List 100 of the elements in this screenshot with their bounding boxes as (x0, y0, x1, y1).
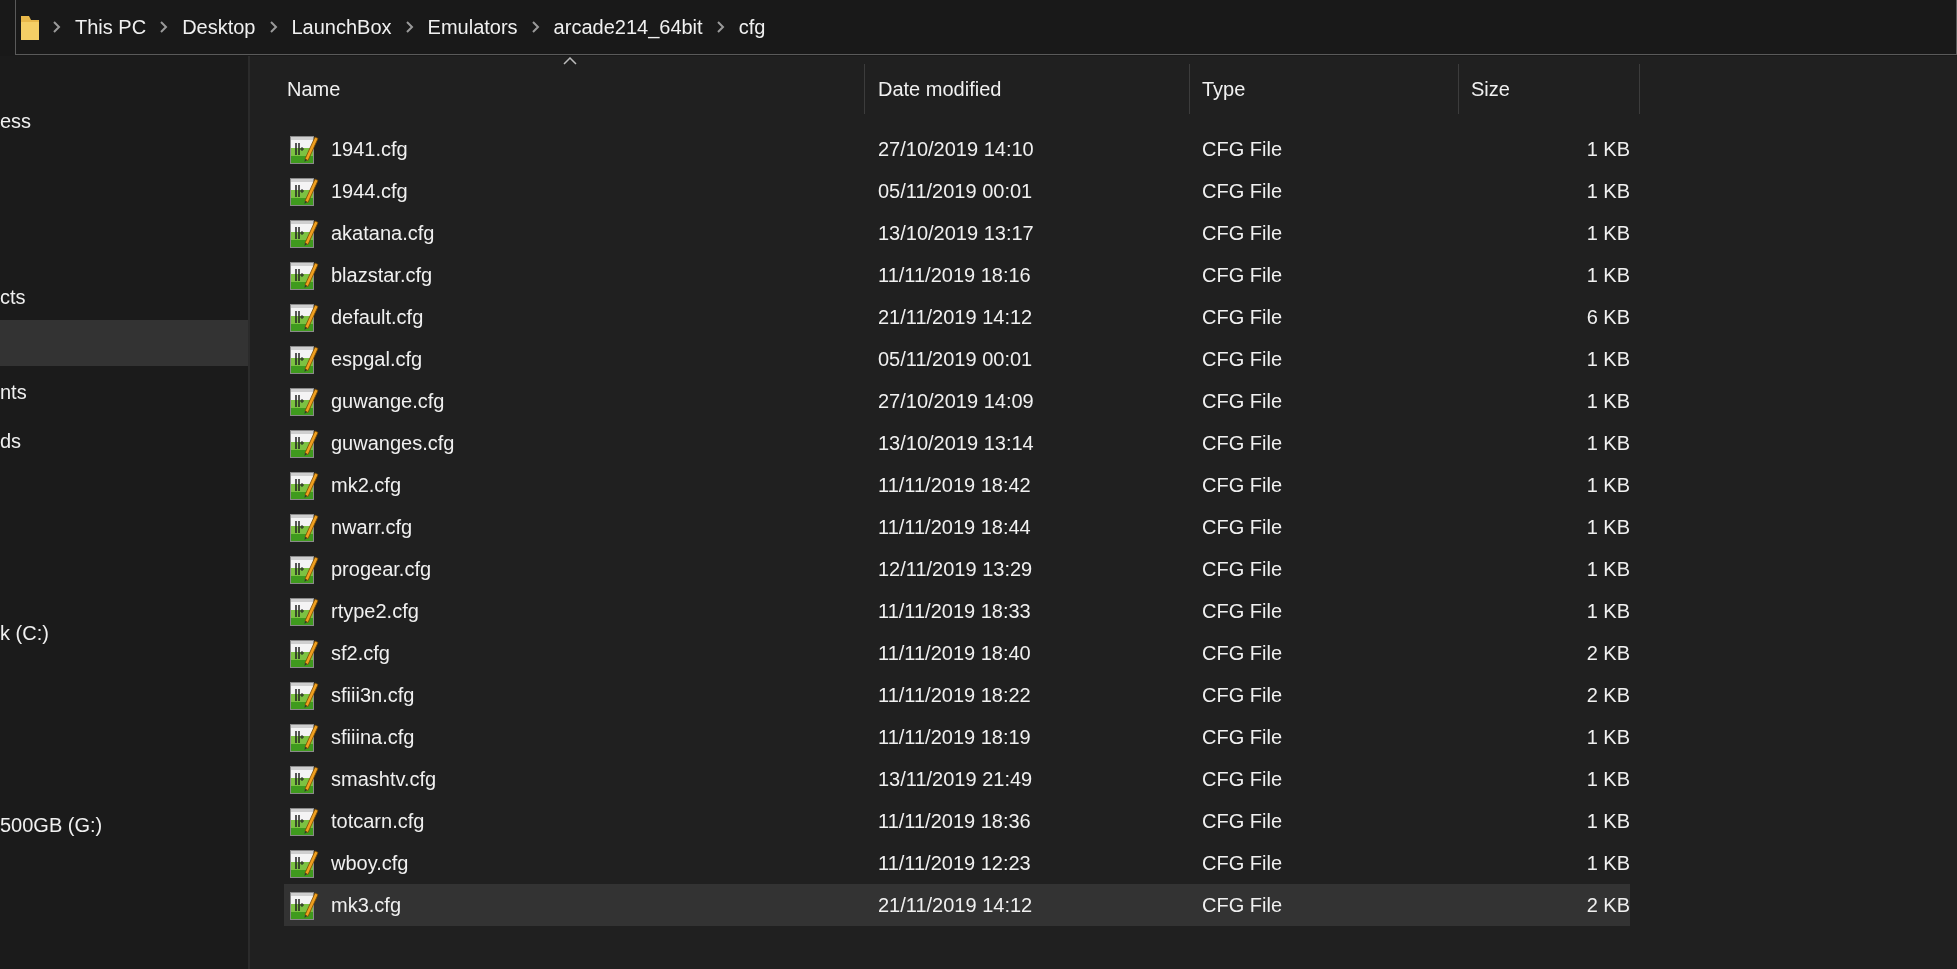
file-type: CFG File (1202, 726, 1282, 748)
text-file-icon (290, 806, 319, 836)
sidebar-item[interactable]: nts (0, 369, 248, 415)
date-modified: 21/11/2019 14:12 (878, 894, 1033, 916)
date-modified: 21/11/2019 14:12 (878, 306, 1033, 328)
file-row[interactable]: akatana.cfg 13/10/2019 13:17 CFG File 1 KB (284, 212, 1630, 254)
file-name: espgal.cfg (331, 347, 423, 372)
date-modified: 11/11/2019 18:16 (878, 264, 1031, 286)
file-row[interactable]: 1944.cfg 05/11/2019 00:01 CFG File 1 KB (284, 170, 1630, 212)
file-row[interactable]: 1941.cfg 27/10/2019 14:10 CFG File 1 KB (284, 128, 1630, 170)
date-modified: 11/11/2019 12:23 (878, 852, 1031, 874)
file-row[interactable]: rtype2.cfg 11/11/2019 18:33 CFG File 1 KB (284, 590, 1630, 632)
file-type: CFG File (1202, 894, 1282, 916)
text-file-icon (290, 386, 319, 416)
file-size: 6 KB (1586, 306, 1630, 328)
file-size: 1 KB (1586, 264, 1630, 286)
file-type: CFG File (1202, 222, 1282, 244)
file-type: CFG File (1202, 348, 1282, 370)
file-row[interactable]: sf2.cfg 11/11/2019 18:40 CFG File 2 KB (284, 632, 1630, 674)
date-modified: 11/11/2019 18:33 (878, 600, 1031, 622)
file-name: nwarr.cfg (331, 515, 413, 540)
file-row[interactable]: default.cfg 21/11/2019 14:12 CFG File 6 KB (284, 296, 1630, 338)
file-type: CFG File (1202, 768, 1282, 790)
file-type: CFG File (1202, 180, 1282, 202)
breadcrumb[interactable]: cfg (738, 12, 766, 42)
file-row[interactable]: sfiiina.cfg 11/11/2019 18:19 CFG File 1 KB (284, 716, 1630, 758)
file-size: 1 KB (1586, 600, 1630, 622)
text-file-icon (290, 176, 319, 206)
file-size: 1 KB (1586, 432, 1630, 454)
chevron-icon (53, 21, 61, 33)
file-name: mk2.cfg (331, 473, 402, 498)
date-modified: 13/10/2019 13:17 (878, 222, 1034, 244)
breadcrumb[interactable]: Desktop (182, 12, 256, 42)
file-name: guwange.cfg (331, 389, 445, 414)
file-type: CFG File (1202, 306, 1282, 328)
file-name: guwanges.cfg (331, 431, 455, 456)
file-name: totcarn.cfg (331, 809, 425, 834)
file-name: wboy.cfg (331, 851, 409, 876)
file-type: CFG File (1202, 138, 1282, 160)
file-name: 1944.cfg (331, 179, 408, 204)
text-file-icon (290, 596, 319, 626)
file-row[interactable]: guwange.cfg 27/10/2019 14:09 CFG File 1 KB (284, 380, 1630, 422)
file-row[interactable]: mk3.cfg 21/11/2019 14:12 CFG File 2 KB (284, 884, 1630, 926)
sidebar-item[interactable]: cts (0, 274, 248, 320)
address-bar[interactable]: This PC Desktop LaunchBox Emulators arcade214_64bit cfg (15, 0, 1957, 55)
file-size: 1 KB (1586, 768, 1630, 790)
breadcrumb[interactable]: arcade214_64bit (553, 12, 703, 42)
file-size: 1 KB (1586, 726, 1630, 748)
file-size: 1 KB (1586, 852, 1630, 874)
column-header[interactable]: Size (1459, 64, 1640, 114)
date-modified: 13/11/2019 21:49 (878, 768, 1033, 790)
file-row[interactable]: wboy.cfg 11/11/2019 12:23 CFG File 1 KB (284, 842, 1630, 884)
date-modified: 12/11/2019 13:29 (878, 558, 1033, 580)
file-name: smashtv.cfg (331, 767, 437, 792)
file-size: 1 KB (1586, 516, 1630, 538)
column-header[interactable]: Name (250, 64, 865, 114)
date-modified: 11/11/2019 18:36 (878, 810, 1031, 832)
date-modified: 11/11/2019 18:22 (878, 684, 1031, 706)
column-header[interactable]: Type (1190, 64, 1459, 114)
sidebar-item[interactable]: 500GB (G:) (0, 802, 248, 848)
breadcrumb[interactable]: This PC (75, 12, 147, 42)
file-size: 2 KB (1586, 894, 1630, 916)
file-type: CFG File (1202, 516, 1282, 538)
chevron-icon (531, 21, 540, 33)
file-row[interactable]: sfiii3n.cfg 11/11/2019 18:22 CFG File 2 KB (284, 674, 1630, 716)
file-type: CFG File (1202, 432, 1282, 454)
text-file-icon (290, 470, 319, 500)
sidebar-item[interactable]: ds (0, 418, 248, 464)
file-name: progear.cfg (331, 557, 432, 582)
file-size: 1 KB (1586, 348, 1630, 370)
file-row[interactable]: smashtv.cfg 13/11/2019 21:49 CFG File 1 KB (284, 758, 1630, 800)
file-row[interactable]: blazstar.cfg 11/11/2019 18:16 CFG File 1 KB (284, 254, 1630, 296)
file-size: 1 KB (1586, 180, 1630, 202)
sidebar-item[interactable]: k (C:) (0, 610, 248, 656)
date-modified: 05/11/2019 00:01 (878, 348, 1033, 370)
text-file-icon (290, 344, 319, 374)
file-type: CFG File (1202, 684, 1282, 706)
chevron-icon (269, 21, 278, 33)
file-name: rtype2.cfg (331, 599, 419, 624)
file-row[interactable]: mk2.cfg 11/11/2019 18:42 CFG File 1 KB (284, 464, 1630, 506)
file-row[interactable]: progear.cfg 12/11/2019 13:29 CFG File 1 KB (284, 548, 1630, 590)
file-name: sfiii3n.cfg (331, 683, 415, 708)
date-modified: 27/10/2019 14:09 (878, 390, 1034, 412)
file-type: CFG File (1202, 390, 1282, 412)
file-name: blazstar.cfg (331, 263, 433, 288)
chevron-icon (160, 21, 169, 33)
file-row[interactable]: totcarn.cfg 11/11/2019 18:36 CFG File 1 KB (284, 800, 1630, 842)
file-row[interactable]: guwanges.cfg 13/10/2019 13:14 CFG File 1 KB (284, 422, 1630, 464)
sidebar-item[interactable] (0, 320, 248, 366)
file-row[interactable]: nwarr.cfg 11/11/2019 18:44 CFG File 1 KB (284, 506, 1630, 548)
breadcrumb[interactable]: Emulators (427, 12, 518, 42)
breadcrumb[interactable]: LaunchBox (291, 12, 392, 42)
file-size: 2 KB (1586, 642, 1630, 664)
date-modified: 13/10/2019 13:14 (878, 432, 1034, 454)
column-header[interactable]: Date modified (865, 64, 1190, 114)
sidebar-item[interactable]: ess (0, 98, 248, 144)
date-modified: 11/11/2019 18:19 (878, 726, 1031, 748)
text-file-icon (290, 428, 319, 458)
file-row[interactable]: espgal.cfg 05/11/2019 00:01 CFG File 1 KB (284, 338, 1630, 380)
file-size: 1 KB (1586, 222, 1630, 244)
